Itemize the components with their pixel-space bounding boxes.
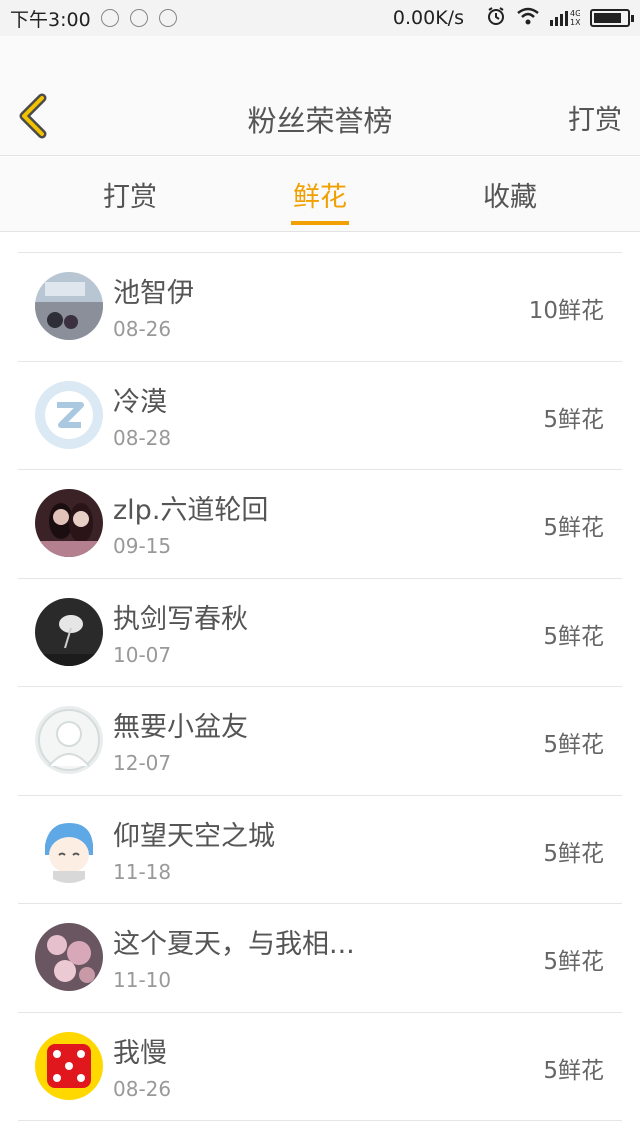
flower-count: 5鲜花 <box>543 406 604 433</box>
avatar[interactable] <box>35 814 103 883</box>
active-tab-indicator <box>291 221 349 225</box>
avatar[interactable] <box>35 1031 103 1100</box>
fan-name: 冷漠 <box>113 386 167 418</box>
flower-count: 5鲜花 <box>543 1057 604 1084</box>
page-title: 粉丝荣誉榜 <box>247 104 393 138</box>
avatar[interactable] <box>35 489 103 557</box>
wifi-icon <box>516 7 540 30</box>
header: 粉丝荣誉榜 打赏 <box>0 36 640 156</box>
fan-date: 12-07 <box>113 751 172 775</box>
fan-row[interactable]: 我慢 08-26 5鲜花 <box>18 1013 622 1121</box>
tiktok-notification-icon <box>129 9 148 27</box>
flower-count: 5鲜花 <box>543 623 604 650</box>
battery-icon <box>590 9 634 27</box>
avatar[interactable] <box>35 380 103 449</box>
fan-row[interactable]: 仰望天空之城 11-18 5鲜花 <box>18 796 622 904</box>
avatar[interactable] <box>35 272 103 340</box>
tab-reward[interactable]: 打赏 <box>70 175 190 214</box>
battery-level <box>594 13 621 23</box>
reward-button[interactable]: 打赏 <box>568 98 622 137</box>
fan-name: 無要小盆友 <box>113 712 248 743</box>
fan-date: 10-07 <box>113 642 172 667</box>
fan-row[interactable]: 冷漠 08-28 5鲜花 <box>18 362 622 470</box>
network-type: 4G <box>570 9 580 18</box>
fan-name: 这个夏天，与我相... <box>113 929 355 960</box>
app-notification-icon <box>158 9 177 27</box>
fan-date: 09-15 <box>113 534 172 558</box>
fan-name: 执剑写春秋 <box>113 603 248 635</box>
weibo-notification-icon <box>100 9 119 27</box>
status-bar: 下午3:00 0.00K/s 4G 1X <box>0 0 640 36</box>
fan-name: 我慢 <box>113 1037 167 1069</box>
fan-date: 08-26 <box>113 1076 172 1101</box>
fan-row[interactable]: 池智伊 08-26 10鲜花 <box>18 253 622 362</box>
fan-name: 仰望天空之城 <box>113 820 275 852</box>
tab-favorites[interactable]: 收藏 <box>450 175 570 214</box>
fan-row[interactable]: 执剑写春秋 10-07 5鲜花 <box>18 579 622 687</box>
fan-row[interactable]: 这个夏天，与我相... 11-10 5鲜花 <box>18 904 622 1013</box>
fan-name: 池智伊 <box>113 278 194 309</box>
fan-name: zlp.六道轮回 <box>113 495 269 526</box>
flower-count: 5鲜花 <box>543 840 604 867</box>
avatar[interactable] <box>35 923 103 991</box>
flower-count: 5鲜花 <box>543 515 604 541</box>
flower-count: 10鲜花 <box>528 298 604 324</box>
alarm-icon <box>486 6 506 31</box>
tab-bar: 打赏 鲜花 收藏 <box>0 157 640 232</box>
avatar[interactable] <box>35 706 103 774</box>
fan-row[interactable]: zlp.六道轮回 09-15 5鲜花 <box>18 470 622 579</box>
fan-list: 池智伊 08-26 10鲜花 冷漠 08-28 5鲜花 zlp.六道轮回 09-15 5鲜花… <box>18 252 622 1121</box>
flower-count: 5鲜花 <box>543 732 604 758</box>
fan-row[interactable]: 無要小盆友 12-07 5鲜花 <box>18 687 622 796</box>
fan-date: 11-10 <box>113 968 172 992</box>
signal-sub: 1X <box>570 18 580 26</box>
fan-date: 08-26 <box>113 317 172 341</box>
fan-date: 11-18 <box>113 859 172 884</box>
flower-count: 5鲜花 <box>543 949 604 975</box>
network-speed: 0.00K/s <box>392 7 464 29</box>
tab-flowers[interactable]: 鲜花 <box>260 175 380 214</box>
avatar[interactable] <box>35 597 103 666</box>
fan-date: 08-28 <box>113 425 172 450</box>
signal-icon: 4G 1X <box>550 8 581 29</box>
status-time: 下午3:00 <box>10 8 91 31</box>
